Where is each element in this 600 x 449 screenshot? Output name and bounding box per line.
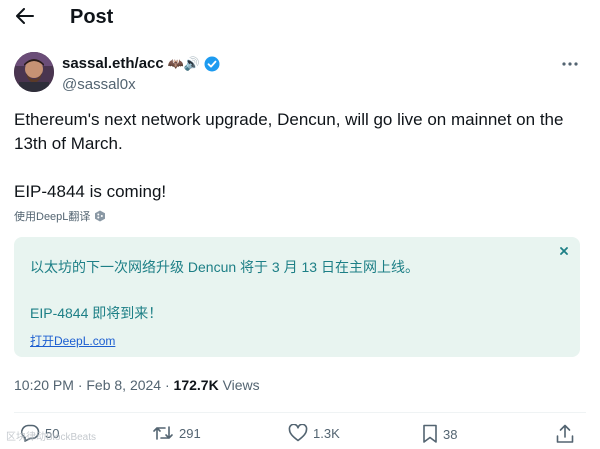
tweet-text: Ethereum's next network upgrade, Dencun,… xyxy=(14,108,586,204)
author-handle[interactable]: @sassal0x xyxy=(62,75,136,95)
post-page: Post sassal.eth/acc 🦇🔊 @sassal0x Ethereu… xyxy=(0,0,600,449)
arrow-left-icon xyxy=(16,8,34,24)
like-count: 1.3K xyxy=(313,425,340,441)
translation-panel: 以太坊的下一次网络升级 Dencun 将于 3 月 13 日在主网上线。 EIP… xyxy=(14,237,580,357)
tweet-line-1: Ethereum's next network upgrade, Dencun,… xyxy=(14,110,564,153)
post-timestamp[interactable]: 10:20 PM · Feb 8, 2024 · xyxy=(14,377,174,393)
page-title: Post xyxy=(70,6,114,28)
share-button[interactable] xyxy=(556,424,574,444)
author-name-row[interactable]: sassal.eth/acc 🦇🔊 xyxy=(62,54,220,74)
open-deepl-link[interactable]: 打开DeepL.com xyxy=(30,333,115,349)
close-translation-button[interactable] xyxy=(558,245,570,257)
heart-icon xyxy=(288,424,308,442)
deepl-icon xyxy=(95,210,106,222)
divider xyxy=(14,412,586,413)
back-button[interactable] xyxy=(12,4,38,28)
bookmark-button[interactable]: 38 xyxy=(422,424,457,444)
verified-badge-icon xyxy=(204,56,220,72)
author-name[interactable]: sassal.eth/acc xyxy=(62,54,164,74)
deepl-label: 使用DeepL翻译 xyxy=(14,211,91,223)
post-meta: 10:20 PM · Feb 8, 2024 · 172.7K Views xyxy=(14,375,260,395)
share-icon xyxy=(556,424,574,443)
retweet-button[interactable]: 291 xyxy=(152,424,201,442)
name-emoji: 🦇🔊 xyxy=(167,56,201,71)
avatar[interactable] xyxy=(14,52,54,92)
deepl-translate-link[interactable]: 使用DeepL翻译 xyxy=(14,208,106,224)
tweet-line-2: EIP-4844 is coming! xyxy=(14,182,167,201)
retweet-icon xyxy=(153,426,173,440)
views-count: 172.7K xyxy=(173,377,219,393)
bookmark-count: 38 xyxy=(443,426,458,442)
avatar-image xyxy=(14,52,54,92)
more-options-button[interactable] xyxy=(560,58,580,70)
post-header: Post xyxy=(0,0,600,34)
views-label: Views xyxy=(218,377,260,393)
watermark: 区块律动BlockBeats xyxy=(6,432,97,443)
more-dots-icon xyxy=(562,62,578,66)
translation-line-1: 以太坊的下一次网络升级 Dencun 将于 3 月 13 日在主网上线。 xyxy=(30,259,419,275)
retweet-count: 291 xyxy=(179,425,201,441)
close-icon xyxy=(560,247,568,255)
like-button[interactable]: 1.3K xyxy=(288,424,340,442)
translation-line-2: EIP-4844 即将到来！ xyxy=(30,305,163,321)
bookmark-icon xyxy=(423,424,437,443)
